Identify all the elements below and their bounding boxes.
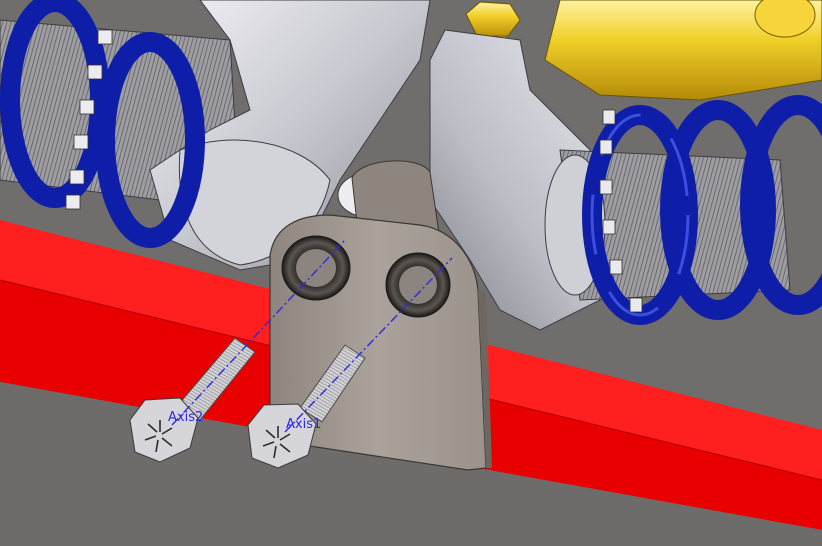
axis-1-label: Axis1 [286,417,321,432]
right-shock-absorber[interactable] [429,0,822,331]
cad-viewport[interactable]: Axis2 Axis1 [0,0,822,546]
bracket-hole-left-inner [296,249,336,287]
cad-3d-scene[interactable]: Axis2 Axis1 [0,0,822,546]
bracket-hole-right-inner [399,266,437,304]
axis-2-label: Axis2 [168,410,203,425]
